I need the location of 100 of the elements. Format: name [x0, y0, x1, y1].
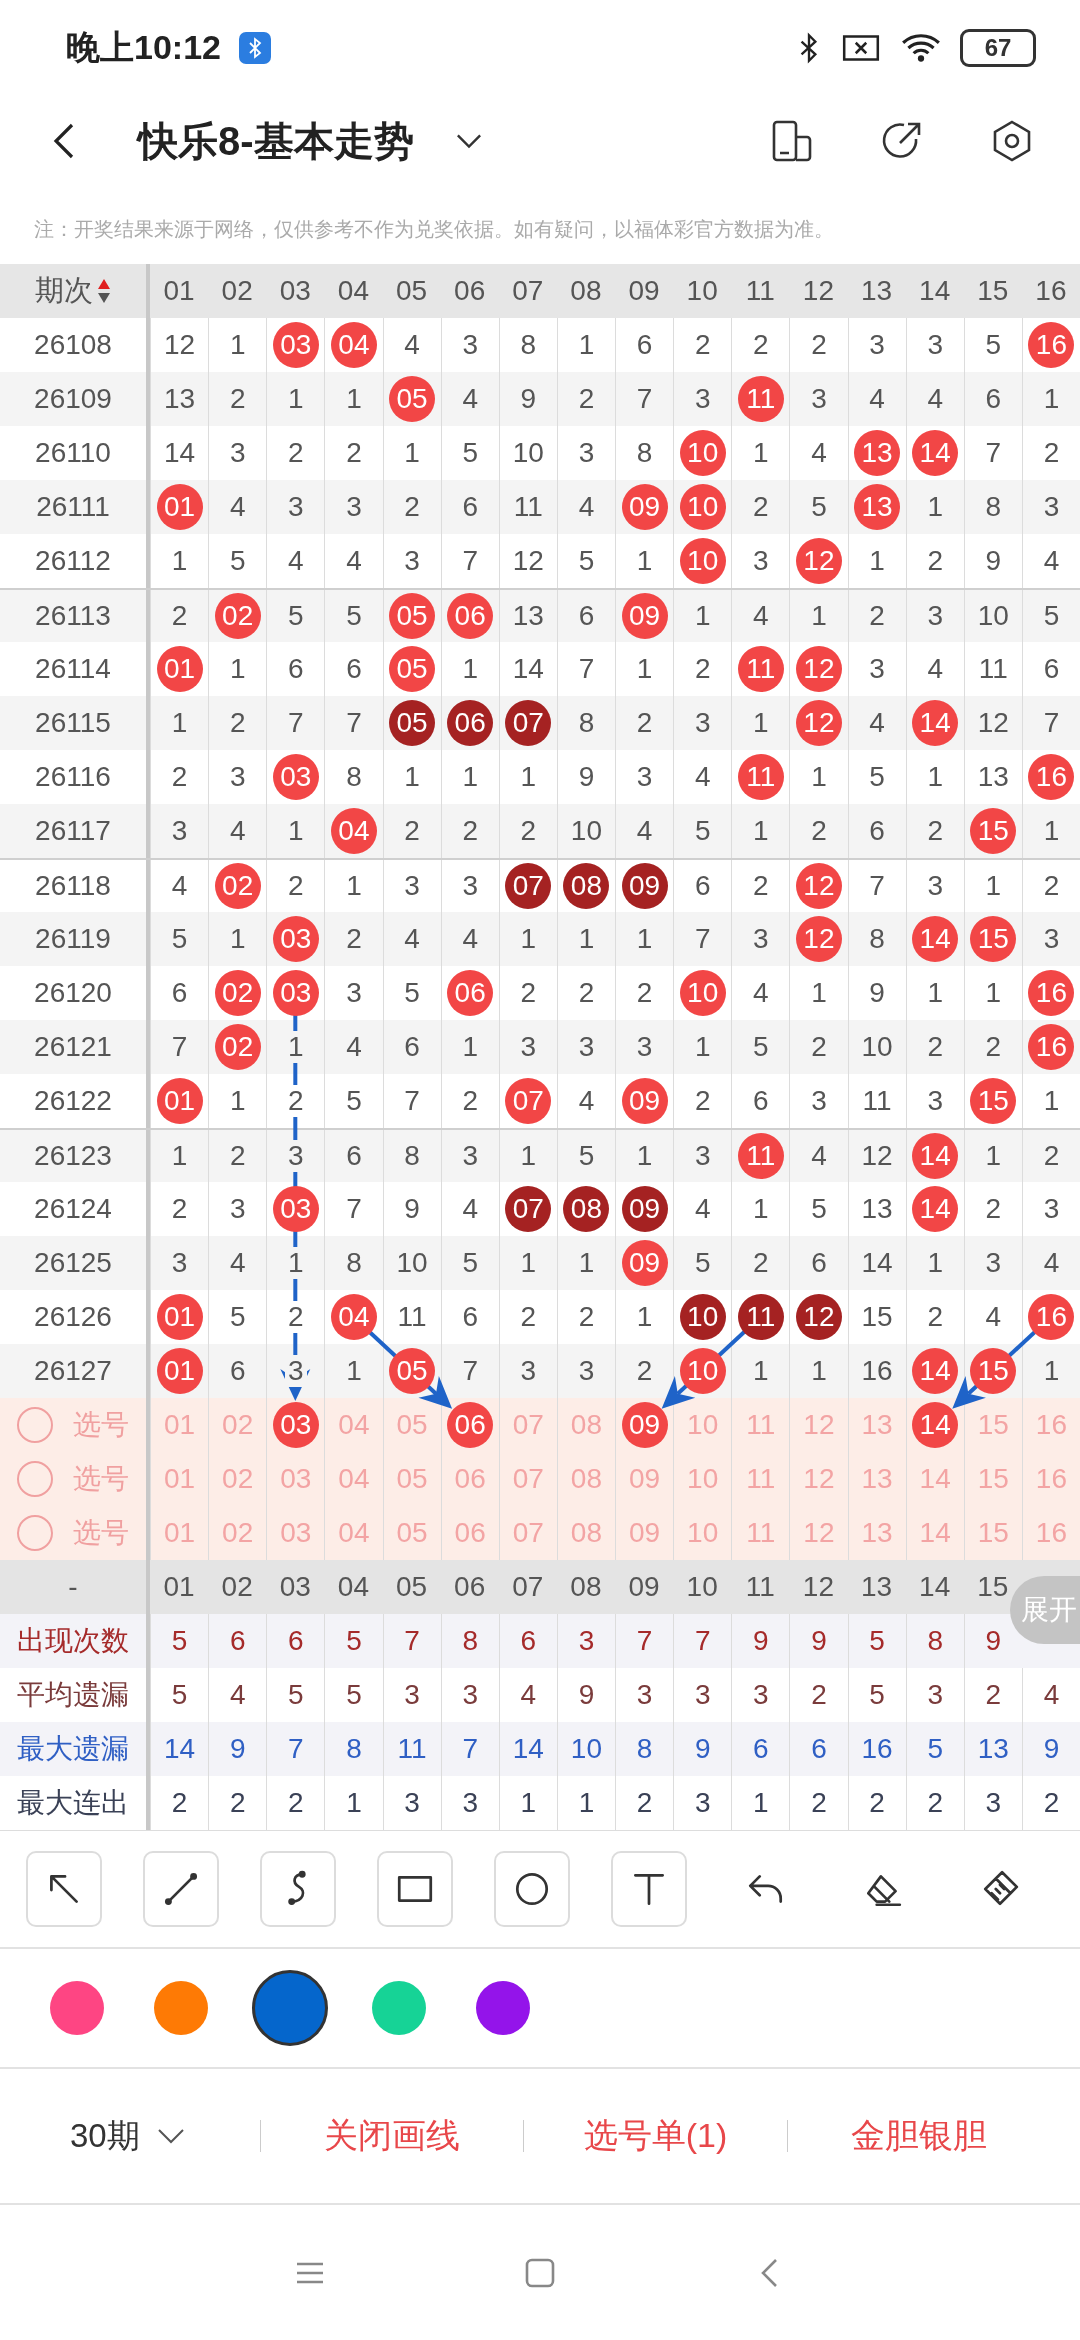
period-dropdown[interactable]: 30期 [70, 2113, 260, 2159]
table-cell: 3 [404, 1679, 420, 1711]
table-cell: 5 [171, 1625, 188, 1657]
number-ball: 05 [389, 700, 436, 746]
stat-label: 出现次数 [17, 1624, 129, 1658]
table-cell: 3 [753, 1679, 769, 1711]
caret-icon [155, 2128, 186, 2144]
period-cell: 26110 [35, 437, 111, 469]
action-button[interactable]: 金胆银胆 [787, 2103, 1050, 2169]
number-ball: 09 [621, 863, 668, 909]
number-ball: 12 [795, 916, 842, 962]
table-cell: 5 [346, 1625, 362, 1657]
period-cell: 26116 [35, 761, 111, 793]
column-header: 06 [454, 275, 486, 307]
column-header: 13 [861, 1571, 893, 1603]
action-button[interactable]: 关闭画线 [261, 2103, 524, 2169]
number-ball: 14 [912, 700, 959, 746]
color-swatch[interactable] [154, 1981, 208, 2035]
text-tool-button[interactable] [611, 1851, 687, 1927]
column-header: 15 [977, 275, 1009, 307]
number-ball: 07 [505, 1078, 552, 1124]
number-ball: 05 [389, 646, 436, 692]
period-cell: 26117 [35, 815, 111, 847]
table-cell: 3 [694, 1787, 711, 1819]
stat-label: 最大遗漏 [17, 1732, 129, 1766]
column-header: 14 [919, 275, 951, 307]
table-cell: 6 [753, 1733, 769, 1765]
number-ball: 16 [1028, 1294, 1075, 1340]
select-label: 选号 [73, 1516, 129, 1550]
number-ball: 11 [737, 754, 784, 800]
table-cell: 9 [985, 1625, 1002, 1657]
table-cell: 8 [927, 1625, 943, 1657]
home-icon[interactable] [524, 2256, 556, 2289]
period-header[interactable]: 期次 [35, 271, 93, 311]
number-ball: 15 [970, 1078, 1017, 1124]
radio-button[interactable] [17, 1515, 53, 1551]
number-ball[interactable]: 03 [272, 1402, 319, 1448]
column-header: 05 [396, 275, 428, 307]
table-cell: 3 [578, 1625, 595, 1657]
number-ball: 10 [679, 538, 726, 584]
number-ball: 11 [737, 646, 784, 692]
number-ball: 07 [505, 863, 552, 909]
number-ball: 11 [737, 1133, 784, 1179]
action-button[interactable]: 选号单(1) [524, 2103, 787, 2169]
curve-tool-button[interactable] [260, 1851, 336, 1927]
color-swatch[interactable] [476, 1981, 530, 2035]
number-ball: 14 [912, 1133, 959, 1179]
sort-icon[interactable] [97, 277, 111, 305]
number-ball: 08 [563, 863, 610, 909]
column-header: 11 [745, 1571, 775, 1603]
number-ball: 10 [679, 430, 726, 476]
radio-button[interactable] [17, 1407, 53, 1443]
bluetooth-app-icon [238, 32, 271, 64]
number-ball: 03 [272, 1186, 319, 1232]
table-cell: 9 [578, 1679, 595, 1711]
select-label: 选号 [73, 1462, 129, 1496]
line-tool-button[interactable] [143, 1851, 219, 1927]
table-cell: 13 [977, 1733, 1009, 1765]
table-cell: 9 [694, 1733, 711, 1765]
stat-label: 平均遗漏 [17, 1678, 129, 1712]
stat-label: 最大连出 [17, 1786, 129, 1820]
radio-button[interactable] [17, 1461, 53, 1497]
arrow-tool-button[interactable] [26, 1851, 102, 1927]
table-cell: 1 [753, 1787, 769, 1819]
number-ball[interactable]: 14 [912, 1402, 959, 1448]
number-ball[interactable]: 06 [447, 1402, 494, 1448]
column-header: 12 [802, 275, 834, 307]
number-ball: 12 [795, 646, 842, 692]
period-cell: 26127 [34, 1355, 112, 1387]
number-ball: 13 [854, 484, 901, 530]
number-ball: 13 [854, 430, 901, 476]
table-cell: 7 [694, 1625, 711, 1657]
table-cell: 2 [288, 1787, 304, 1819]
number-ball: 14 [912, 1186, 959, 1232]
table-cell: 3 [404, 1787, 420, 1819]
select-label: 选号 [73, 1408, 129, 1442]
circle-tool-button[interactable] [494, 1851, 570, 1927]
table-cell: 9 [229, 1733, 246, 1765]
number-ball: 06 [447, 970, 494, 1016]
period-cell: 26124 [34, 1193, 112, 1225]
number-ball[interactable]: 09 [621, 1402, 668, 1448]
number-ball: 03 [272, 754, 319, 800]
number-ball: 02 [214, 593, 261, 639]
page-title[interactable]: 快乐8-基本走势 [138, 113, 414, 169]
devices-icon[interactable] [770, 119, 814, 163]
table-cell: 9 [1043, 1733, 1060, 1765]
number-ball: 12 [795, 1294, 842, 1340]
number-ball: 15 [970, 916, 1017, 962]
table-cell: 3 [694, 1679, 711, 1711]
column-header: 03 [279, 275, 311, 307]
color-swatch[interactable] [50, 1981, 104, 2035]
rect-tool-button[interactable] [377, 1851, 453, 1927]
color-swatch[interactable] [372, 1981, 426, 2035]
column-header: 11 [745, 275, 775, 307]
chevron-down-icon[interactable] [455, 133, 482, 149]
table-cell: 7 [462, 1733, 478, 1765]
number-ball: 05 [389, 593, 436, 639]
number-ball: 07 [505, 1186, 552, 1232]
table-cell: 2 [811, 1679, 827, 1711]
expand-button[interactable]: 展开 [1010, 1576, 1080, 1644]
